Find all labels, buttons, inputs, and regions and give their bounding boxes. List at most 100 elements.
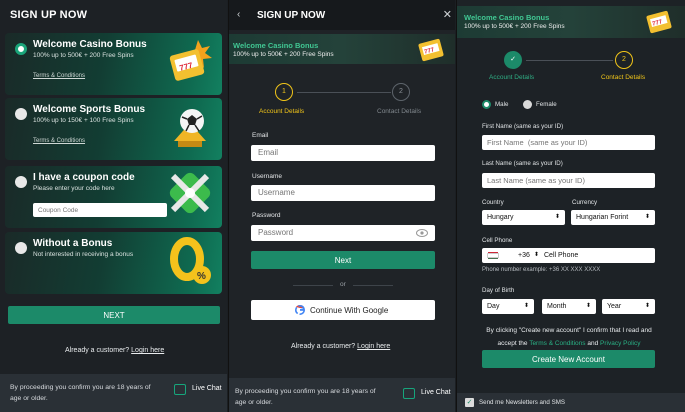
bonus-card-sports[interactable]: Welcome Sports Bonus 100% up to 150€ + 1… [5,98,222,160]
next-button[interactable]: Next [251,251,435,269]
sort-caret-icon: ⬍ [523,303,529,309]
bonus-card-coupon[interactable]: I have a coupon code Please enter your c… [5,166,222,228]
last-name-field[interactable] [482,173,655,188]
username-label: Username [252,173,282,180]
google-signin-button[interactable]: Continue With Google [251,300,435,320]
sort-caret-icon: ⬍ [585,303,591,309]
currency-select[interactable]: Hungarian Forint ⬍ [571,210,655,225]
consent-text: By clicking "Create new account" I confi… [479,324,659,350]
or-label: or [340,281,346,288]
country-label: Country [482,199,504,206]
promo-subtitle: 100% up to 500€ + 200 Free Spins [233,51,334,58]
gift-icon [169,172,211,214]
promo-banner: Welcome Casino Bonus 100% up to 500€ + 2… [229,34,455,64]
google-button-label: Continue With Google [310,306,389,315]
already-text: Already a customer? [65,347,130,354]
step-1-done-indicator: ✓ [504,51,522,69]
gender-male-radio[interactable] [482,100,491,109]
phone-label: Cell Phone [482,237,513,244]
login-link[interactable]: Login here [357,343,390,350]
bonus-radio-casino[interactable] [15,43,27,55]
chat-icon[interactable] [403,388,415,399]
bonus-title: Welcome Sports Bonus [33,104,146,115]
chevron-left-icon[interactable]: ‹ [237,9,240,20]
bonus-subtitle: Not interested in receiving a bonus [33,251,134,258]
next-button[interactable]: NEXT [8,306,220,324]
live-chat-button[interactable]: Live Chat [192,385,222,392]
step-2-label: Contact Details [601,74,646,81]
phone-country-code[interactable]: +36 [518,248,530,263]
gender-female-radio[interactable] [523,100,532,109]
eye-icon[interactable] [416,229,428,237]
bonus-selection-panel: SIGN UP NOW Welcome Casino Bonus 100% up… [0,0,227,412]
bonus-radio-none[interactable] [15,242,27,254]
password-label: Password [252,212,281,219]
soccer-ball-icon [174,109,206,147]
email-label: Email [252,132,269,139]
currency-value: Hungarian Forint [576,214,629,221]
step-2-indicator: 2 [615,51,633,69]
sort-caret-icon: ⬍ [554,214,560,220]
year-select[interactable]: Year ⬍ [602,299,655,314]
first-name-field[interactable] [482,135,655,150]
email-field[interactable] [251,145,435,161]
bonus-card-none[interactable]: Without a Bonus Not interested in receiv… [5,232,222,294]
gender-male-label: Male [495,101,509,108]
slot-machine-icon: 777 [418,38,444,62]
modal-title: SIGN UP NOW [257,10,326,21]
chat-icon[interactable] [174,384,186,395]
sort-caret-icon: ⬍ [534,252,540,258]
privacy-link[interactable]: Privacy Policy [600,340,640,347]
login-link[interactable]: Login here [131,347,164,354]
account-details-panel: ‹ SIGN UP NOW ✕ Welcome Casino Bonus 100… [228,0,455,412]
age-notice: By proceeding you confirm you are 18 yea… [10,384,151,402]
gender-female-label: Female [536,101,557,108]
google-icon [295,305,305,315]
terms-link[interactable]: Terms & Conditions [33,73,85,79]
terms-link[interactable]: Terms & Conditions [33,138,85,144]
step-2-indicator: 2 [392,83,410,101]
username-field[interactable] [251,185,435,201]
dob-label: Day of Birth [482,287,515,294]
modal-header: ‹ SIGN UP NOW ✕ [229,0,455,30]
step-1-label: Account Details [259,108,305,115]
divider [353,285,393,286]
country-select[interactable]: Hungary ⬍ [482,210,565,225]
step-connector [297,92,391,93]
promo-title: Welcome Casino Bonus [233,41,319,50]
sort-caret-icon: ⬍ [644,303,650,309]
password-field[interactable] [251,225,435,241]
create-account-button[interactable]: Create New Account [482,350,655,368]
bonus-radio-coupon[interactable] [15,176,27,188]
hungary-flag-icon [487,252,499,259]
day-select[interactable]: Day ⬍ [482,299,534,314]
bonus-subtitle: Please enter your code here [33,185,115,192]
currency-label: Currency [572,199,598,206]
newsletter-label: Send me Newsletters and SMS [479,399,565,406]
consent-and: and [587,340,599,347]
month-select[interactable]: Month ⬍ [542,299,596,314]
bonus-card-casino[interactable]: Welcome Casino Bonus 100% up to 500€ + 2… [5,33,222,95]
promo-banner: Welcome Casino Bonus 100% up to 500€ + 2… [457,6,685,38]
live-chat-button[interactable]: Live Chat [421,389,451,396]
year-value: Year [607,303,622,310]
phone-hint: Phone number example: +36 XX XXX XXXX [482,267,601,273]
close-icon[interactable]: ✕ [443,8,452,21]
promo-subtitle: 100% up to 500€ + 200 Free Spins [464,23,565,30]
divider [293,285,333,286]
already-text: Already a customer? [291,343,356,350]
sort-caret-icon: ⬍ [644,214,650,220]
newsletter-checkbox[interactable]: ✓ [465,398,474,407]
svg-text:%: % [197,271,206,282]
bonus-title: Without a Bonus [33,238,113,249]
bonus-radio-sports[interactable] [15,108,27,120]
bonus-subtitle: 100% up to 150€ + 100 Free Spins [33,117,134,124]
bonus-title: I have a coupon code [33,172,135,183]
bonus-title: Welcome Casino Bonus [33,39,147,50]
terms-link[interactable]: Terms & Conditions [529,340,585,347]
country-value: Hungary [487,214,514,221]
step-connector [526,60,613,61]
already-customer: Already a customer? Login here [291,343,390,350]
coupon-code-input[interactable] [33,203,167,217]
phone-field[interactable]: +36 ⬍ Cell Phone [482,248,655,263]
